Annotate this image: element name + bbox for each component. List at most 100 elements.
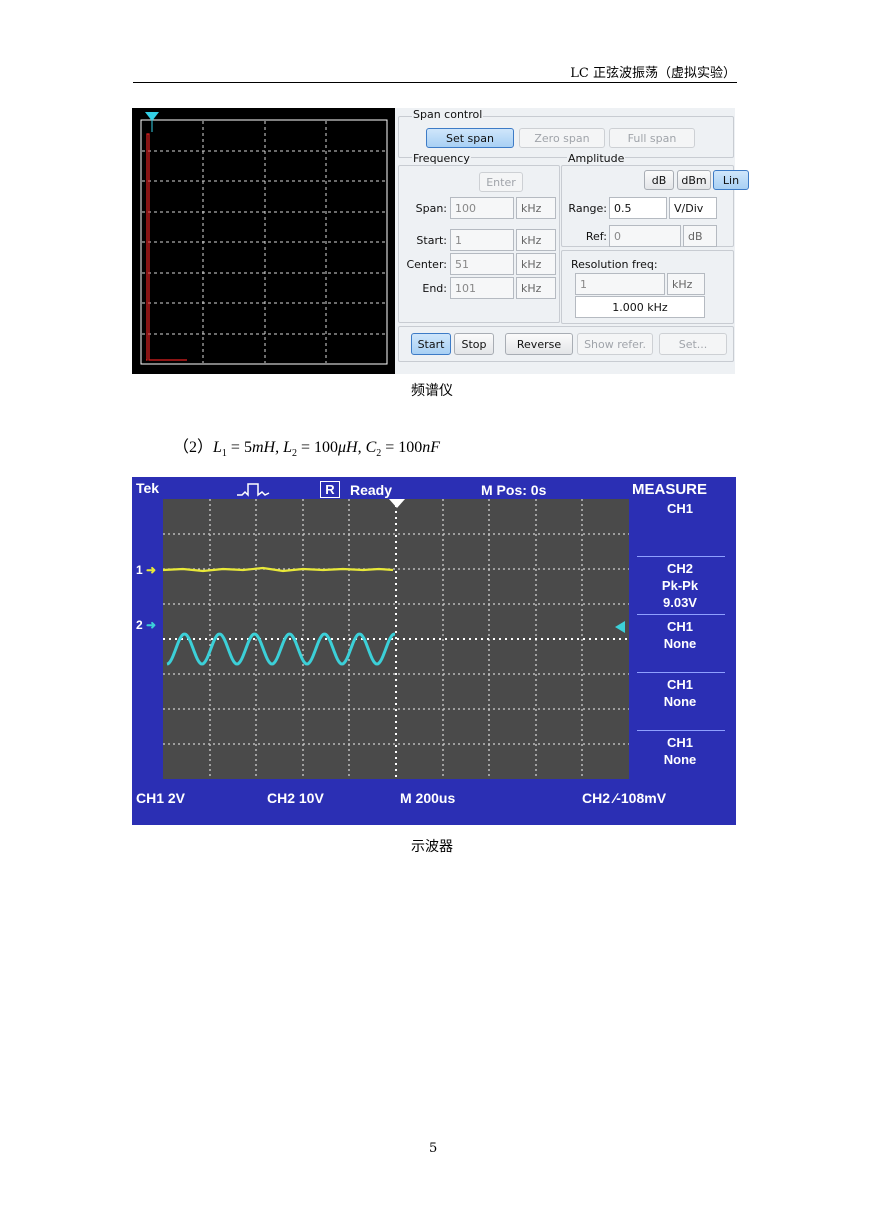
set-button[interactable]: Set... (659, 333, 727, 355)
run-state-icon: R (320, 481, 340, 498)
running-header: LC 正弦波振荡（虚拟实验） (570, 66, 736, 81)
scope-graticule (162, 499, 629, 779)
end-label: End: (422, 282, 447, 295)
span-control-label: Span control (412, 108, 484, 121)
formula-unit: mH (251, 439, 276, 456)
measure-item-type: None (663, 694, 697, 709)
range-label: Range: (568, 202, 607, 215)
frequency-label: Frequency (412, 152, 471, 165)
measure-item-1[interactable]: CH1 (628, 501, 732, 516)
range-input[interactable]: 0.5 (609, 197, 667, 219)
show-refer-button[interactable]: Show refer. (577, 333, 653, 355)
measure-title: MEASURE (632, 481, 708, 498)
oscilloscope-screenshot: Tek R Ready M Pos: 0s MEASURE 1 ➜ 2 ➜ CH… (132, 477, 736, 825)
start-input[interactable]: 1 (450, 229, 514, 251)
ch1-arrow-icon: ➜ (146, 563, 157, 577)
formula-unit: nF (422, 439, 441, 456)
brand-label: Tek (136, 480, 160, 496)
lin-mode-button[interactable]: Lin (713, 170, 749, 190)
full-span-button[interactable]: Full span (609, 128, 695, 148)
enter-button[interactable]: Enter (479, 172, 523, 192)
measure-item-source: CH1 (666, 619, 693, 634)
formula-line: （2）L1 = 5mH, L2 = 100μH, C2 = 100nF (173, 433, 440, 459)
center-label: Center: (406, 258, 447, 271)
dbm-mode-button[interactable]: dBm (677, 170, 711, 190)
formula-symbol: C (365, 439, 377, 456)
ref-unit: dB (683, 225, 717, 247)
ch1-marker: 1 ➜ (136, 563, 156, 577)
ref-input[interactable]: 0 (609, 225, 681, 247)
ch2-marker: 2 ➜ (136, 618, 156, 632)
measure-item-source: CH1 (666, 735, 693, 750)
ch2-scale: CH2 10V (267, 790, 324, 806)
page-number: 5 (429, 1141, 438, 1156)
ch2-trace (166, 632, 395, 666)
formula-symbol: L (283, 439, 292, 456)
spectrum-plot (140, 112, 388, 365)
spectrum-display (132, 108, 395, 374)
resolution-label: Resolution freq: (571, 258, 658, 271)
scope-waveforms (162, 499, 629, 779)
db-mode-button[interactable]: dB (644, 170, 674, 190)
spectrum-analyzer-screenshot: Span control Set span Zero span Full spa… (132, 108, 749, 374)
acquisition-status: Ready (350, 482, 393, 498)
measure-item-2[interactable]: CH2 Pk-Pk 9.03V (628, 560, 732, 611)
span-input[interactable]: 100 (450, 197, 514, 219)
start-label: Start: (416, 234, 447, 247)
range-unit: V/Div (669, 197, 717, 219)
measure-item-type: None (663, 636, 697, 651)
horizontal-position: M Pos: 0s (481, 482, 547, 498)
center-unit: kHz (516, 253, 556, 275)
trigger-level-icon (615, 621, 625, 633)
ch2-marker-number: 2 (136, 618, 143, 632)
timebase: M 200us (400, 790, 456, 806)
ch1-marker-number: 1 (136, 563, 143, 577)
resolution-input[interactable]: 1 (575, 273, 665, 295)
measure-item-type: None (663, 752, 697, 767)
trigger-setting: CH2 ∕-108mV (582, 790, 667, 806)
formula-unit: μH (338, 439, 358, 456)
center-input[interactable]: 51 (450, 253, 514, 275)
span-unit: kHz (516, 197, 556, 219)
formula-value: = 5 (226, 439, 252, 456)
ch2-arrow-icon: ➜ (146, 618, 157, 632)
trigger-waveform-icon (237, 483, 270, 497)
end-unit: kHz (516, 277, 556, 299)
figure-caption-oscilloscope: 示波器 (411, 839, 453, 855)
formula-prefix: （2） (173, 439, 214, 456)
ref-label: Ref: (585, 230, 607, 243)
formula-symbol: L (213, 439, 222, 456)
menu-divider (637, 614, 725, 615)
resolution-unit: kHz (667, 273, 705, 295)
set-span-button[interactable]: Set span (426, 128, 514, 148)
measure-item-type: Pk-Pk (661, 578, 699, 593)
measure-item-4[interactable]: CH1 None (628, 676, 732, 710)
end-input[interactable]: 101 (450, 277, 514, 299)
control-panel: Span control Set span Zero span Full spa… (395, 108, 749, 374)
zero-span-button[interactable]: Zero span (519, 128, 605, 148)
span-label: Span: (415, 202, 447, 215)
figure-caption-spectrum: 频谱仪 (411, 383, 453, 399)
start-button[interactable]: Start (411, 333, 451, 355)
stop-button[interactable]: Stop (454, 333, 494, 355)
formula-separator: , (357, 439, 366, 456)
menu-divider (637, 556, 725, 557)
measure-item-3[interactable]: CH1 None (628, 618, 732, 652)
formula-value: = 100 (296, 439, 338, 456)
measure-item-5[interactable]: CH1 None (628, 734, 732, 768)
menu-divider (637, 672, 725, 673)
header-rule (133, 82, 737, 83)
formula-separator: , (275, 439, 284, 456)
amplitude-label: Amplitude (567, 152, 626, 165)
reverse-button[interactable]: Reverse (505, 333, 573, 355)
formula-value: = 100 (381, 439, 423, 456)
ch1-scale: CH1 2V (136, 790, 186, 806)
measure-item-source: CH2 (666, 561, 693, 576)
measure-item-source: CH1 (666, 501, 693, 516)
spectrum-trace (146, 133, 187, 361)
menu-divider (637, 730, 725, 731)
measure-item-value: 9.03V (663, 595, 697, 610)
start-unit: kHz (516, 229, 556, 251)
resolution-readout: 1.000 kHz (575, 296, 705, 318)
trigger-position-icon (389, 499, 405, 508)
